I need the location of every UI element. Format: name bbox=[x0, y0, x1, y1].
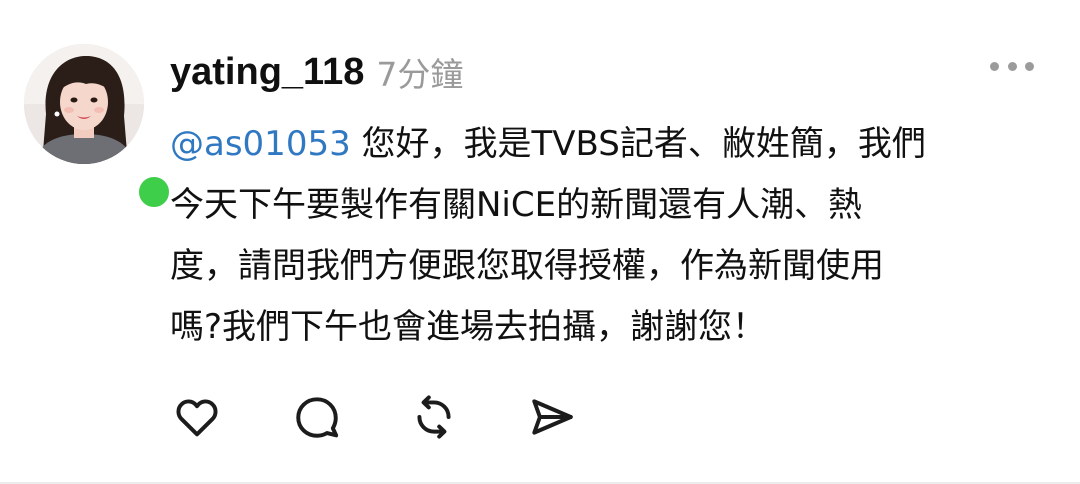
username-link[interactable]: yating_118 bbox=[170, 51, 364, 94]
post-text-line: 度，請問我們方便跟您取得授權，作為新聞使用 bbox=[170, 246, 884, 286]
repost-button[interactable] bbox=[407, 390, 461, 444]
like-button[interactable] bbox=[170, 390, 224, 444]
post-header: yating_118 7分鐘 bbox=[170, 44, 463, 100]
share-icon bbox=[532, 399, 573, 435]
avatar-image bbox=[24, 44, 144, 164]
post-text-line: 嗎?我們下午也會進場去拍攝，謝謝您！ bbox=[170, 307, 767, 347]
mention-link[interactable]: @as01053 bbox=[170, 124, 351, 164]
avatar-container[interactable] bbox=[24, 44, 174, 212]
avatar[interactable] bbox=[24, 44, 144, 164]
more-dot bbox=[1007, 61, 1017, 71]
heart-icon bbox=[176, 399, 218, 437]
comment-button[interactable] bbox=[290, 390, 344, 444]
post-text-line: 今天下午要製作有關NiCE的新聞還有人潮、熱 bbox=[170, 185, 863, 225]
post-text-segment: 您好，我是TVBS記者、敝姓簡，我們 bbox=[350, 124, 926, 164]
more-options-button[interactable] bbox=[986, 52, 1038, 80]
post-text: @as01053 您好，我是TVBS記者、敝姓簡，我們 今天下午要製作有關NiC… bbox=[170, 114, 1060, 358]
comment-icon bbox=[296, 397, 339, 438]
repost-icon bbox=[417, 395, 451, 439]
share-button[interactable] bbox=[525, 390, 579, 444]
post-timestamp: 7分鐘 bbox=[376, 55, 464, 94]
post-text-line: @as01053 您好，我是TVBS記者、敝姓簡，我們 bbox=[170, 114, 1060, 175]
more-dot bbox=[1025, 61, 1034, 71]
more-dot bbox=[990, 61, 999, 71]
online-status-dot bbox=[134, 172, 174, 212]
